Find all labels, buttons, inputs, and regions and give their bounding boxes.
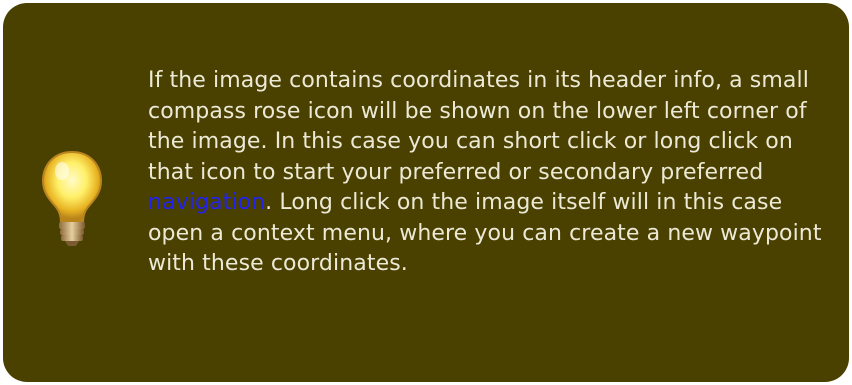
page: If the image contains coordinates in its… <box>0 0 852 385</box>
navigation-link[interactable]: navigation <box>148 190 265 215</box>
lightbulb-icon <box>41 150 103 246</box>
tip-text-before-link: If the image contains coordinates in its… <box>148 68 809 185</box>
tip-text: If the image contains coordinates in its… <box>148 66 838 280</box>
tip-box: If the image contains coordinates in its… <box>3 3 849 382</box>
